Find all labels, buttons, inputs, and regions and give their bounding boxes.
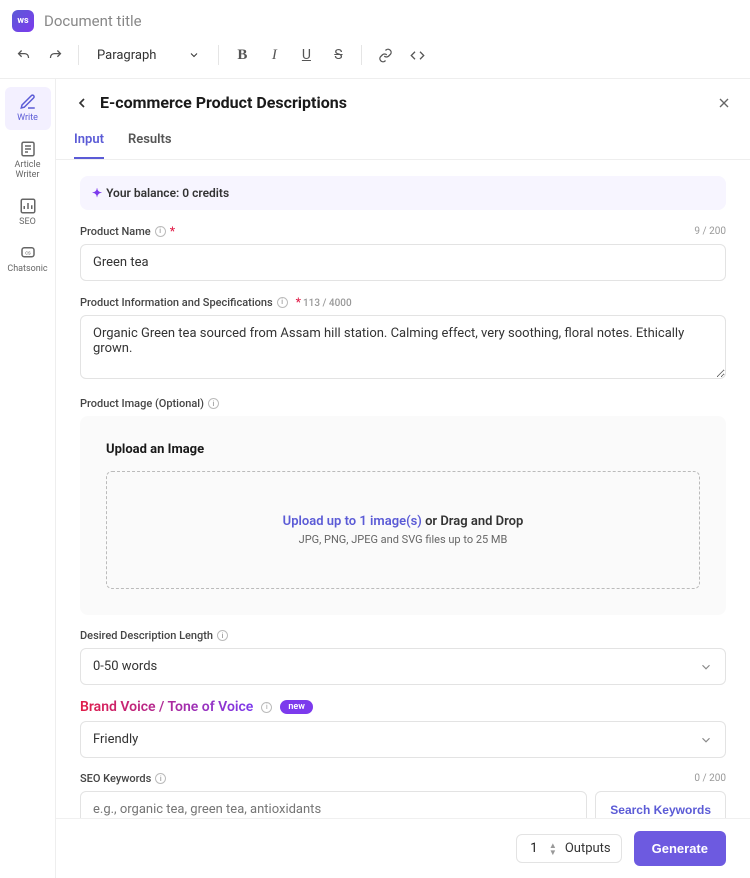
- upload-card: Upload an Image Upload up to 1 image(s) …: [80, 416, 726, 615]
- product-info-label: Product Information and Specifications i…: [80, 295, 352, 309]
- sidebar-item-article-writer[interactable]: Article Writer: [5, 134, 51, 187]
- info-icon[interactable]: i: [261, 702, 272, 713]
- panel-title: E-commerce Product Descriptions: [100, 93, 706, 112]
- upload-heading: Upload an Image: [106, 442, 700, 457]
- brand-voice-select[interactable]: Friendly: [80, 721, 726, 758]
- app-logo: ws: [12, 10, 34, 32]
- article-icon: [19, 140, 37, 158]
- generate-button[interactable]: Generate: [634, 831, 726, 866]
- search-keywords-button[interactable]: Search Keywords: [595, 791, 726, 818]
- product-name-label: Product Name i *: [80, 224, 175, 238]
- chevron-down-icon[interactable]: ▼: [549, 849, 557, 856]
- redo-button[interactable]: [42, 42, 68, 68]
- strikethrough-button[interactable]: S: [325, 42, 351, 68]
- chevron-down-icon: [699, 733, 713, 747]
- document-title[interactable]: Document title: [44, 12, 142, 30]
- write-icon: [19, 93, 37, 111]
- chevron-down-icon: [699, 660, 713, 674]
- seo-keywords-counter: 0 / 200: [694, 773, 726, 784]
- chevron-down-icon: [188, 49, 200, 61]
- svg-text:cs: cs: [25, 250, 31, 256]
- info-icon[interactable]: i: [217, 630, 228, 641]
- sidebar-item-label: Chatsonic: [7, 265, 47, 275]
- brand-voice-label: Brand Voice / Tone of Voice: [80, 699, 253, 715]
- chat-icon: cs: [19, 244, 37, 262]
- seo-keywords-label: SEO Keywords i: [80, 772, 166, 785]
- link-button[interactable]: [372, 42, 398, 68]
- outputs-value: 1: [527, 841, 541, 856]
- bolt-icon: ✦: [92, 186, 102, 200]
- outputs-label: Outputs: [565, 841, 611, 856]
- info-icon[interactable]: i: [277, 297, 288, 308]
- dropzone-subtext: JPG, PNG, JPEG and SVG files up to 25 MB: [117, 533, 689, 546]
- balance-banner: ✦ Your balance: 0 credits: [80, 176, 726, 210]
- outputs-stepper[interactable]: 1 ▲ ▼ Outputs: [516, 834, 622, 863]
- upload-link[interactable]: Upload up to 1 image(s): [283, 514, 422, 529]
- desired-length-value: 0-50 words: [93, 659, 157, 674]
- undo-button[interactable]: [10, 42, 36, 68]
- code-button[interactable]: [404, 42, 430, 68]
- image-dropzone[interactable]: Upload up to 1 image(s) or Drag and Drop…: [106, 471, 700, 589]
- paragraph-style-label: Paragraph: [97, 48, 156, 63]
- tab-input[interactable]: Input: [74, 122, 104, 159]
- sidebar-item-chatsonic[interactable]: cs Chatsonic: [5, 238, 51, 281]
- left-sidebar: Write Article Writer SEO cs Chatsonic: [0, 79, 56, 878]
- product-info-textarea[interactable]: [80, 315, 726, 379]
- product-name-counter: 9 / 200: [694, 226, 726, 237]
- product-info-counter: 113 / 4000: [303, 298, 352, 309]
- sidebar-item-seo[interactable]: SEO: [5, 191, 51, 234]
- back-button[interactable]: [74, 95, 90, 111]
- stepper-icon[interactable]: ▲ ▼: [549, 842, 557, 856]
- product-image-label: Product Image (Optional) i: [80, 397, 726, 410]
- dropzone-text: or Drag and Drop: [422, 514, 523, 529]
- sidebar-item-label: Article Writer: [7, 161, 49, 181]
- desired-length-select[interactable]: 0-50 words: [80, 648, 726, 685]
- desired-length-label: Desired Description Length i: [80, 629, 726, 642]
- required-asterisk: *: [170, 224, 175, 238]
- product-name-input[interactable]: [80, 244, 726, 281]
- tab-results[interactable]: Results: [128, 122, 172, 159]
- bold-button[interactable]: B: [229, 42, 255, 68]
- brand-voice-value: Friendly: [93, 732, 138, 747]
- seo-icon: [19, 197, 37, 215]
- seo-keywords-input[interactable]: [80, 791, 587, 818]
- paragraph-style-select[interactable]: Paragraph: [89, 44, 208, 67]
- info-icon[interactable]: i: [155, 773, 166, 784]
- sidebar-item-label: SEO: [19, 218, 36, 228]
- new-badge: new: [280, 700, 313, 714]
- balance-text: Your balance: 0 credits: [106, 186, 229, 200]
- close-button[interactable]: [716, 95, 732, 111]
- editor-toolbar: Paragraph B I U S: [0, 38, 750, 79]
- info-icon[interactable]: i: [155, 226, 166, 237]
- sidebar-item-label: Write: [17, 114, 38, 124]
- info-icon[interactable]: i: [208, 398, 219, 409]
- sidebar-item-write[interactable]: Write: [5, 87, 51, 130]
- italic-button[interactable]: I: [261, 42, 287, 68]
- underline-button[interactable]: U: [293, 42, 319, 68]
